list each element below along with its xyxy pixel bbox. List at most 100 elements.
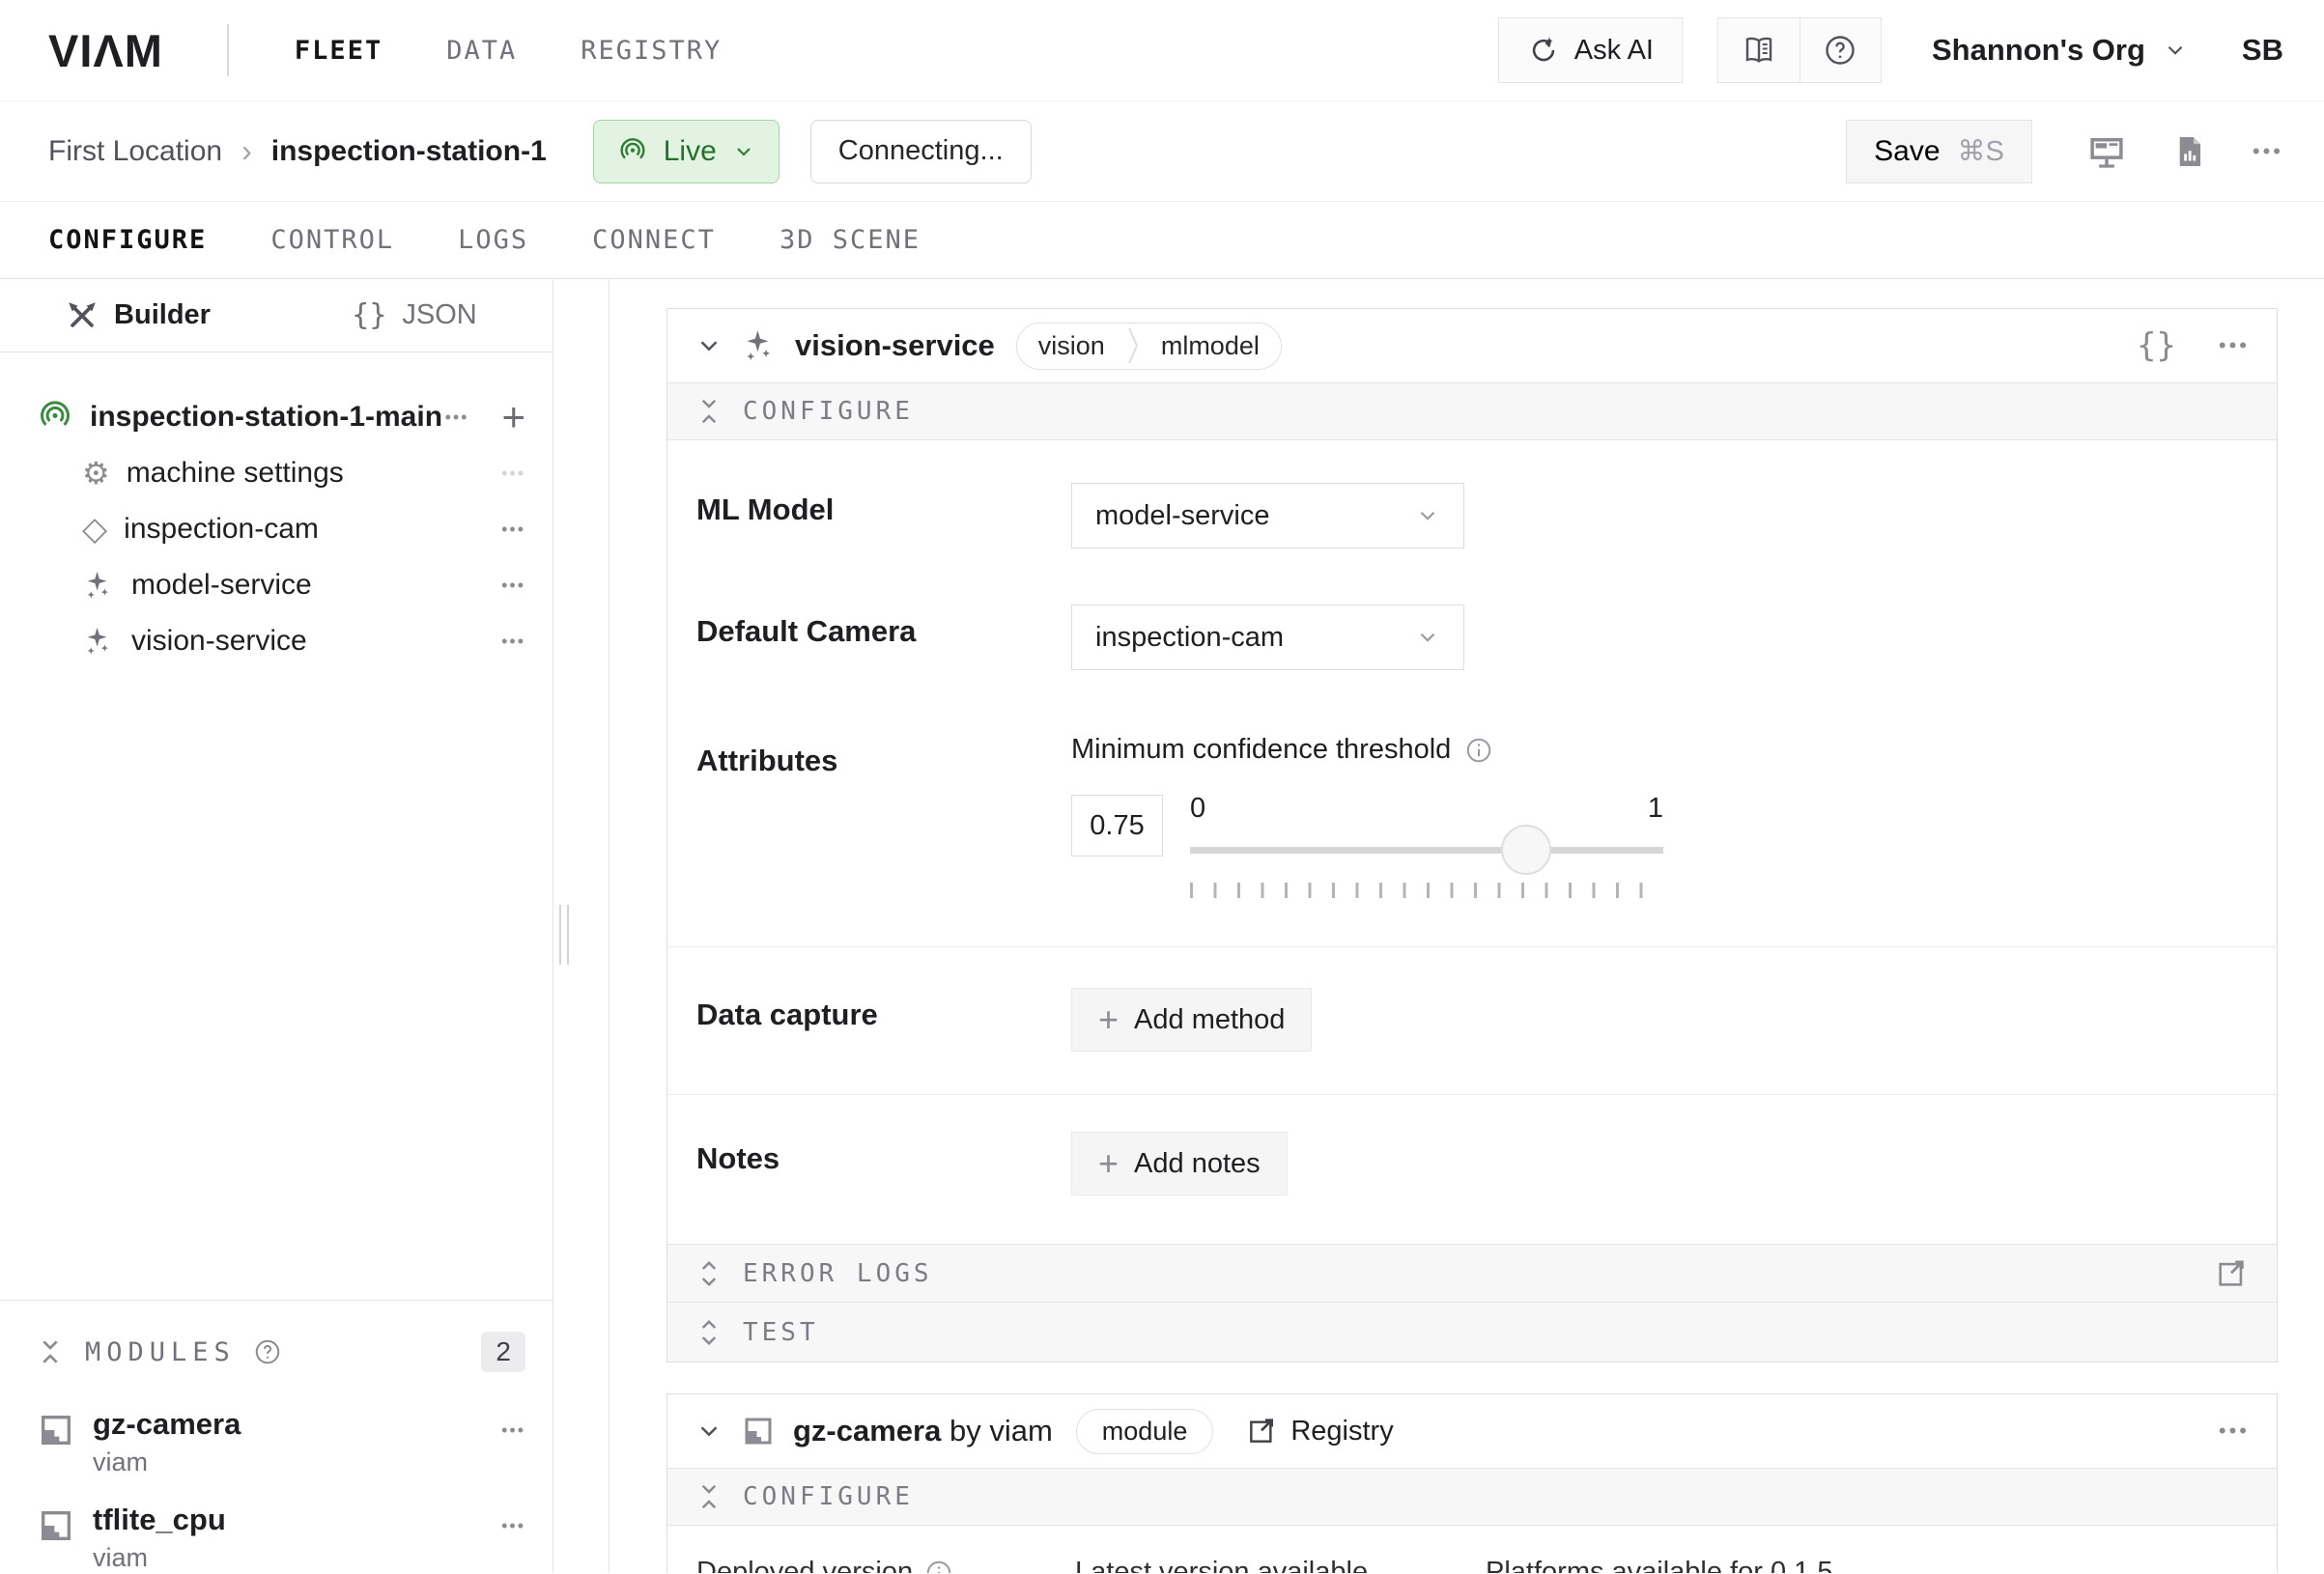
module-icon	[37, 1506, 75, 1545]
tree-item-menu-icon[interactable]: •••	[501, 464, 525, 484]
help-button[interactable]	[1800, 18, 1881, 82]
tab-control[interactable]: CONTROL	[270, 225, 394, 255]
add-notes-button[interactable]: + Add notes	[1071, 1132, 1288, 1195]
ml-model-select[interactable]: model-service	[1071, 483, 1464, 548]
info-icon[interactable]	[924, 1559, 953, 1574]
tab-logs[interactable]: LOGS	[458, 225, 528, 255]
config-main-panel: vision-service vision mlmodel {} •••	[609, 279, 2324, 1573]
modules-help-icon[interactable]	[253, 1337, 282, 1366]
info-icon[interactable]	[1464, 736, 1493, 765]
app-header: VIΛM FLEET DATA REGISTRY Ask AI	[0, 0, 2324, 101]
tab-configure[interactable]: CONFIGURE	[48, 225, 207, 255]
save-shortcut: ⌘S	[1958, 134, 2004, 168]
module-org: viam	[93, 1448, 241, 1477]
slider-min-label: 0	[1190, 795, 1205, 823]
tree-item-label: vision-service	[131, 625, 307, 658]
test-bar[interactable]: TEST	[667, 1302, 2277, 1362]
open-external-icon[interactable]	[2215, 1257, 2248, 1290]
top-nav: FLEET DATA REGISTRY	[295, 36, 722, 66]
live-label: Live	[664, 135, 717, 168]
module-card-by: by viam	[949, 1414, 1053, 1448]
threshold-slider: 0 1	[1190, 795, 1663, 898]
notes-label: Notes	[696, 1132, 1071, 1195]
card-json-icon[interactable]: {}	[2137, 326, 2176, 365]
module-menu-icon[interactable]: •••	[501, 1420, 525, 1441]
avatar[interactable]: SB	[2242, 33, 2283, 68]
tree-item-label: inspection-cam	[124, 513, 319, 546]
tree-item-menu-icon[interactable]: •••	[445, 408, 469, 428]
slider-handle[interactable]	[1501, 825, 1551, 875]
component-tree: inspection-station-1-main ••• + ⚙ machin…	[0, 352, 553, 669]
module-list-item[interactable]: gz-camera viam •••	[37, 1407, 525, 1477]
expand-vertical-icon	[696, 1318, 722, 1347]
notes-row: Notes + Add notes	[667, 1095, 2277, 1244]
add-method-label: Add method	[1134, 1004, 1285, 1036]
breadcrumb-location[interactable]: First Location	[48, 135, 222, 168]
tree-item-model-service[interactable]: model-service •••	[37, 557, 525, 613]
breadcrumb-separator-icon: ›	[241, 133, 252, 169]
slider-track[interactable]	[1190, 847, 1663, 854]
tree-item-inspection-cam[interactable]: ◇ inspection-cam •••	[37, 501, 525, 557]
module-list-item[interactable]: tflite_cpu viam •••	[37, 1503, 525, 1573]
module-org: viam	[93, 1543, 226, 1573]
threshold-input[interactable]	[1071, 795, 1163, 857]
docs-button[interactable]	[1718, 18, 1800, 82]
tree-item-main-part[interactable]: inspection-station-1-main ••• +	[37, 389, 525, 445]
registry-label: Registry	[1290, 1416, 1393, 1448]
tree-item-menu-icon[interactable]: •••	[501, 632, 525, 652]
tab-3d-scene[interactable]: 3D SCENE	[779, 225, 921, 255]
control-panel-icon[interactable]	[2086, 131, 2127, 172]
connection-status-button[interactable]: Connecting...	[810, 120, 1032, 183]
modules-title: MODULES	[85, 1337, 236, 1367]
card-title: vision-service	[795, 328, 995, 363]
chevron-down-icon	[1415, 503, 1440, 528]
module-menu-icon[interactable]: •••	[501, 1516, 525, 1536]
default-camera-select[interactable]: inspection-cam	[1071, 604, 1464, 670]
ml-model-value: model-service	[1095, 500, 1270, 532]
add-method-button[interactable]: + Add method	[1071, 988, 1312, 1052]
collapse-card-icon[interactable]	[694, 1417, 723, 1446]
nav-registry[interactable]: REGISTRY	[581, 36, 722, 66]
modules-section: MODULES 2	[0, 1300, 553, 1573]
save-button[interactable]: Save ⌘S	[1846, 120, 2032, 183]
registry-link[interactable]: Registry	[1246, 1416, 1393, 1448]
module-name: gz-camera	[93, 1407, 241, 1442]
expand-vertical-icon	[696, 1259, 722, 1288]
collapse-card-icon[interactable]	[694, 331, 723, 360]
collapse-section-icon[interactable]	[37, 1336, 64, 1367]
nav-fleet[interactable]: FLEET	[295, 36, 383, 66]
default-camera-row: Default Camera inspection-cam	[667, 548, 2277, 670]
logs-file-icon[interactable]	[2171, 133, 2208, 170]
machine-menu-icon[interactable]: •••	[2253, 139, 2283, 164]
save-label: Save	[1874, 135, 1940, 168]
tab-connect[interactable]: CONNECT	[592, 225, 716, 255]
tree-item-label: inspection-station-1-main	[90, 401, 442, 434]
card-menu-icon[interactable]: •••	[2219, 1419, 2250, 1444]
error-logs-bar[interactable]: ERROR LOGS	[667, 1244, 2277, 1302]
tree-item-menu-icon[interactable]: •••	[501, 576, 525, 596]
configure-section-label: CONFIGURE	[743, 1482, 914, 1511]
default-camera-value: inspection-cam	[1095, 622, 1284, 654]
threshold-label: Minimum confidence threshold	[1071, 734, 1451, 766]
org-switcher[interactable]: Shannon's Org	[1932, 33, 2188, 68]
ask-ai-button[interactable]: Ask AI	[1498, 17, 1683, 83]
module-card-title: gz-camera	[793, 1414, 941, 1448]
configure-section-bar[interactable]: CONFIGURE	[667, 382, 2277, 440]
configure-section-bar[interactable]: CONFIGURE	[667, 1468, 2277, 1526]
tree-item-menu-icon[interactable]: •••	[501, 520, 525, 540]
service-type-tags: vision mlmodel	[1016, 323, 1282, 370]
ask-ai-sparkle-icon	[1527, 34, 1560, 67]
live-status-button[interactable]: Live	[593, 120, 779, 183]
json-mode-toggle[interactable]: {} JSON	[276, 279, 553, 351]
tag-mlmodel: mlmodel	[1140, 323, 1281, 369]
add-component-icon[interactable]: +	[501, 397, 525, 437]
question-icon	[1823, 33, 1857, 68]
builder-mode-toggle[interactable]: Builder	[0, 279, 276, 351]
collapse-vertical-icon	[696, 397, 722, 426]
tree-item-machine-settings[interactable]: ⚙ machine settings •••	[37, 445, 525, 501]
resize-handle[interactable]	[559, 905, 569, 965]
card-menu-icon[interactable]: •••	[2219, 333, 2250, 358]
error-logs-label: ERROR LOGS	[743, 1259, 933, 1288]
nav-data[interactable]: DATA	[446, 36, 517, 66]
tree-item-vision-service[interactable]: vision-service •••	[37, 613, 525, 669]
